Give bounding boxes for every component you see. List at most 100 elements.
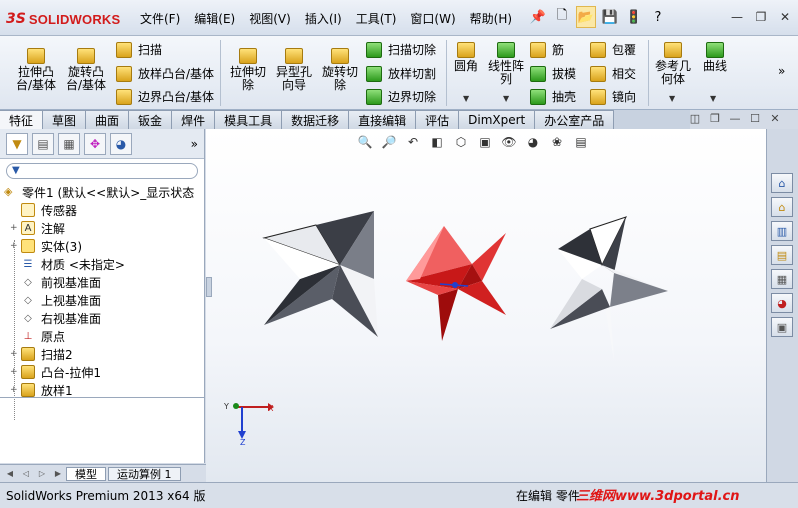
menu-window[interactable]: 窗口(W) (410, 10, 455, 27)
configuration-manager-tab-icon[interactable]: ▦ (58, 132, 80, 155)
first-tab-icon[interactable]: ◀ (4, 468, 16, 480)
curves-dropdown-icon[interactable]: ▼ (710, 94, 716, 103)
help-icon[interactable]: ? (648, 6, 668, 28)
dimxpert-tab-icon[interactable]: ✥ (84, 132, 106, 155)
panel-more-icon[interactable]: » (191, 137, 198, 151)
doc-restore-icon[interactable]: ❐ (708, 112, 722, 125)
solidworks-logo[interactable]: 3S SOLIDWORKS (6, 9, 120, 29)
tab-data-migration[interactable]: 数据迁移 (282, 110, 350, 129)
minimize-icon[interactable]: — (728, 8, 746, 26)
close-icon[interactable]: ✕ (776, 8, 794, 26)
tree-item-sweep2[interactable]: + 扫描2 (4, 345, 204, 363)
pin-icon[interactable]: 📌 (528, 6, 548, 28)
tab-sheet-metal[interactable]: 钣金 (129, 110, 173, 129)
tab-features[interactable]: 特征 (0, 110, 44, 129)
tab-direct-editing[interactable]: 直接编辑 (349, 110, 417, 129)
axis-x-label: X (268, 404, 274, 413)
doc-close-icon[interactable]: ✕ (768, 112, 782, 125)
tab-evaluate[interactable]: 评估 (416, 110, 460, 129)
curves-button[interactable]: 曲线 (698, 42, 732, 73)
tree-item-sensors[interactable]: 传感器 (4, 201, 204, 219)
next-tab-icon[interactable]: ▷ (36, 468, 48, 480)
tree-item-front-plane[interactable]: ◇ 前视基准面 (4, 273, 204, 291)
star-body-gray[interactable] (262, 211, 378, 337)
part-root-node[interactable]: ◈ 零件1 (默认<<默认>_显示状态 (4, 183, 204, 201)
model-viewport: X Y Z (223, 211, 668, 447)
tree-item-boss-extrude1[interactable]: + 凸台-拉伸1 (4, 363, 204, 381)
open-folder-icon[interactable]: 📂 (576, 6, 596, 28)
loft-cut-button[interactable]: 放样切割 (366, 65, 436, 82)
boundary-boss-button[interactable]: 边界凸台/基体 (116, 88, 214, 105)
boundary-cut-button[interactable]: 边界切除 (366, 88, 436, 105)
tab-office-products[interactable]: 办公室产品 (535, 110, 615, 129)
ribbon-more-icon[interactable]: » (778, 64, 785, 78)
pattern-dropdown-icon[interactable]: ▼ (503, 94, 509, 103)
linear-pattern-button[interactable]: 线性阵 列 (486, 42, 526, 86)
custom-properties-icon[interactable]: ▣ (771, 317, 793, 337)
tab-dimxpert[interactable]: DimXpert (459, 110, 536, 129)
tree-item-right-plane[interactable]: ◇ 右视基准面 (4, 309, 204, 327)
tab-motion-study[interactable]: 运动算例 1 (108, 466, 181, 481)
intersect-button[interactable]: 相交 (590, 65, 636, 82)
sweep-cut-button[interactable]: 扫描切除 (366, 41, 436, 58)
menu-help[interactable]: 帮助(H) (470, 10, 512, 27)
hole-wizard-button[interactable]: 异型孔 向导 (272, 48, 316, 92)
solidworks-resources-icon[interactable]: ⌂ (771, 173, 793, 193)
feature-tree-tab-icon[interactable]: ▼ (6, 132, 28, 155)
tree-filter[interactable]: ▼ (6, 163, 198, 179)
tab-weldments[interactable]: 焊件 (172, 110, 216, 129)
menu-edit[interactable]: 编辑(E) (194, 10, 235, 27)
tab-mold-tools[interactable]: 模具工具 (215, 110, 283, 129)
save-icon[interactable]: 💾 (600, 6, 620, 28)
fillet-button[interactable]: 圆角 (450, 42, 482, 73)
revolve-boss-button[interactable]: 旋转凸 台/基体 (64, 48, 108, 92)
tree-item-annotations[interactable]: + A 注解 (4, 219, 204, 237)
draft-button[interactable]: 拔模 (530, 65, 576, 82)
display-manager-tab-icon[interactable]: ◕ (110, 132, 132, 155)
sweep-button[interactable]: 扫描 (116, 41, 162, 58)
extrude-cut-button[interactable]: 拉伸切 除 (226, 48, 270, 92)
last-tab-icon[interactable]: ▶ (52, 468, 64, 480)
doc-maximize-icon[interactable]: ☐ (748, 112, 762, 125)
appearances-icon[interactable]: ◕ (771, 293, 793, 313)
fillet-dropdown-icon[interactable]: ▼ (463, 94, 469, 103)
tree-item-origin[interactable]: ⊥ 原点 (4, 327, 204, 345)
file-explorer-icon[interactable]: ▤ (771, 245, 793, 265)
prev-tab-icon[interactable]: ◁ (20, 468, 32, 480)
tab-surfaces[interactable]: 曲面 (86, 110, 130, 129)
menu-insert[interactable]: 插入(I) (305, 10, 342, 27)
revolve-cut-button[interactable]: 旋转切 除 (318, 48, 362, 92)
menu-file[interactable]: 文件(F) (140, 10, 180, 27)
intersect-icon (590, 65, 606, 82)
shell-button[interactable]: 抽壳 (530, 88, 576, 105)
reference-geometry-button[interactable]: 参考几 何体 (652, 42, 694, 86)
tab-sketch[interactable]: 草图 (43, 110, 87, 129)
menu-tools[interactable]: 工具(T) (356, 10, 397, 27)
tab-model[interactable]: 模型 (66, 466, 106, 481)
axis-z-label: Z (240, 438, 246, 447)
ref-geometry-dropdown-icon[interactable]: ▼ (669, 94, 675, 103)
tree-item-solid-bodies[interactable]: + 实体(3) (4, 237, 204, 255)
traffic-light-icon[interactable]: 🚦 (624, 6, 644, 28)
restore-icon[interactable]: ❐ (752, 8, 770, 26)
wrap-button[interactable]: 包覆 (590, 41, 636, 58)
menu-view[interactable]: 视图(V) (249, 10, 291, 27)
loft-icon (116, 65, 132, 82)
star-body-red[interactable] (406, 226, 506, 341)
view-palette-icon[interactable]: ▦ (771, 269, 793, 289)
loft-boss-button[interactable]: 放样凸台/基体 (116, 65, 214, 82)
property-manager-tab-icon[interactable]: ▤ (32, 132, 54, 155)
sweep-cut-icon (366, 41, 382, 58)
doc-tile-icon[interactable]: ◫ (688, 112, 702, 125)
extrude-boss-button[interactable]: 拉伸凸 台/基体 (14, 48, 58, 92)
design-library-icon[interactable]: ▥ (771, 221, 793, 241)
new-document-icon[interactable]: 🗋 (552, 6, 572, 28)
graphics-area[interactable]: 🔍 🔎 ↶ ◧ ⬡ ▣ 👁 ◕ ❀ ▤ X Y Z (206, 129, 766, 482)
home-icon[interactable]: ⌂ (771, 197, 793, 217)
rib-button[interactable]: 筋 (530, 41, 564, 58)
star-body-white[interactable] (550, 216, 668, 360)
tree-item-material[interactable]: ☰ 材质 <未指定> (4, 255, 204, 273)
mirror-button[interactable]: 镜向 (590, 88, 636, 105)
doc-minimize-icon[interactable]: — (728, 112, 742, 125)
tree-item-top-plane[interactable]: ◇ 上视基准面 (4, 291, 204, 309)
